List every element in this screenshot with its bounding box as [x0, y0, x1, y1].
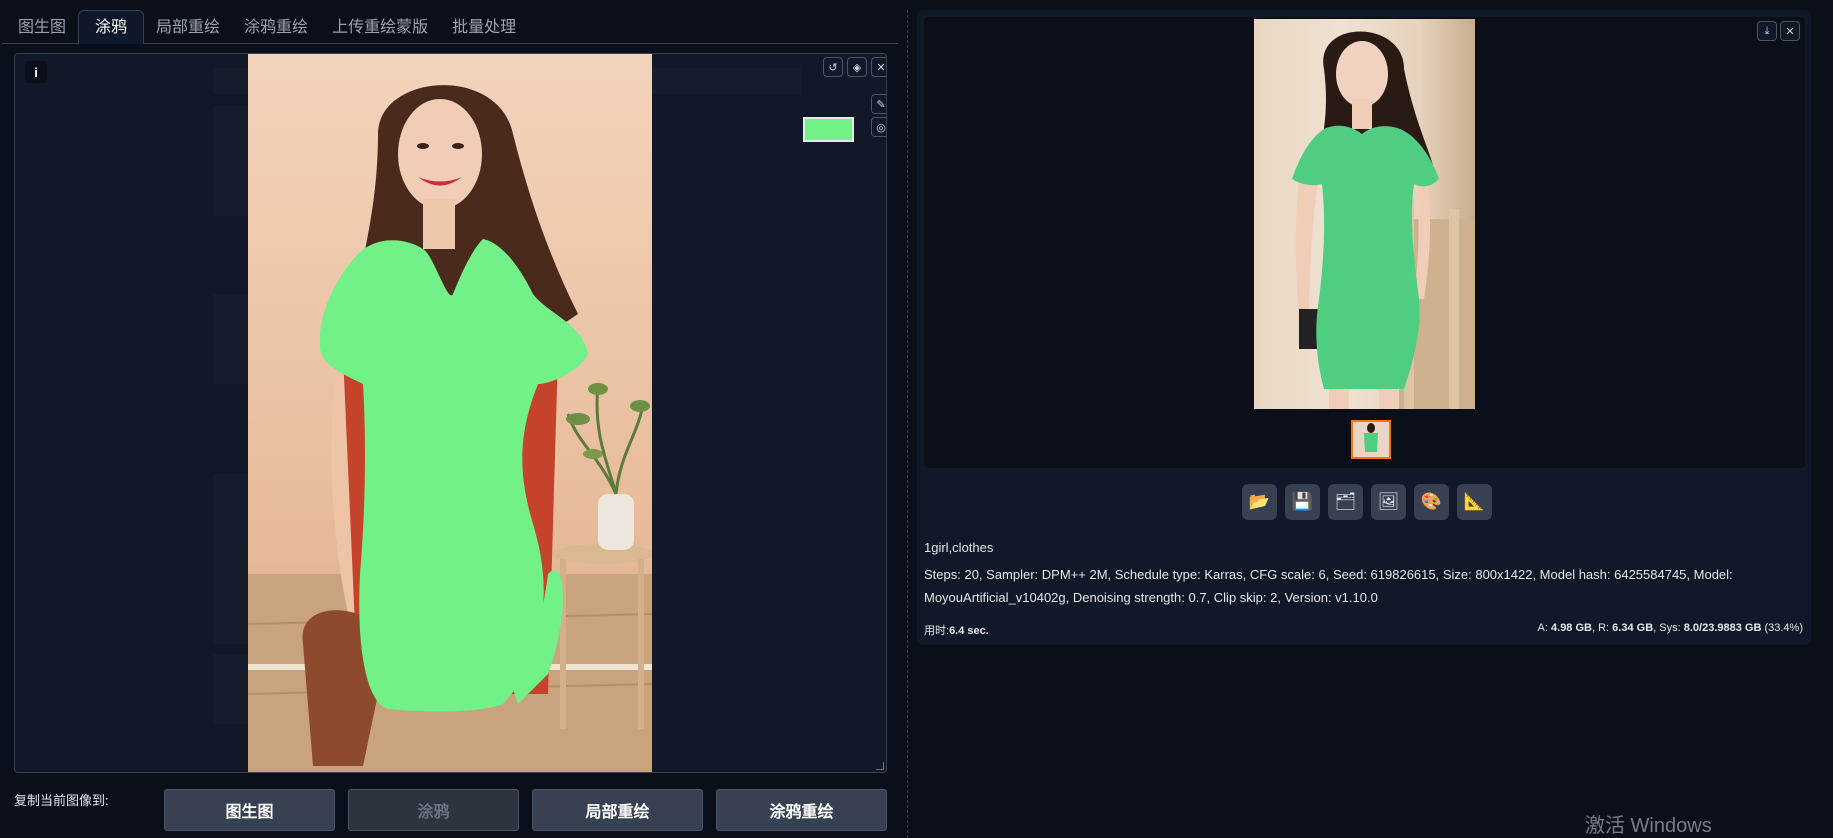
result-photo: [1292, 31, 1475, 409]
result-thumbnail[interactable]: [1351, 420, 1391, 459]
mode-tabs: 图生图 涂鸦 局部重绘 涂鸦重绘 上传重绘蒙版 批量处理: [6, 10, 528, 44]
mem-sys-label: Sys:: [1659, 622, 1681, 634]
brush-icon[interactable]: ✎: [871, 94, 886, 114]
generation-time: 用时:6.4 sec.: [924, 622, 989, 638]
palette-icon[interactable]: ◎: [871, 117, 886, 137]
tab-sketch[interactable]: 涂鸦: [78, 10, 145, 44]
woman-photo-with-mask: [248, 85, 652, 772]
img2img-panel: 图生图 涂鸦 局部重绘 涂鸦重绘 上传重绘蒙版 批量处理 i ↺ ◈ ✕ ✎ ◎…: [0, 0, 900, 838]
mem-sys-value: 8.0/23.9883 GB: [1683, 622, 1762, 634]
result-action-bar: 📂 💾 🗂 🖼 🎨 📐: [1242, 484, 1492, 520]
tab-batch[interactable]: 批量处理: [440, 10, 528, 44]
tab-img2img[interactable]: 图生图: [6, 10, 78, 44]
panel-divider[interactable]: [907, 10, 908, 838]
brush-color-swatch[interactable]: [803, 117, 854, 142]
memory-usage: A: 4.98 GB, R: 6.34 GB, Sys: 8.0/23.9883…: [1537, 622, 1803, 634]
mem-a-value: 4.98 GB: [1551, 622, 1592, 634]
image-icon[interactable]: 🖼: [1371, 484, 1406, 520]
time-value: 6.4 sec.: [949, 625, 989, 637]
ghost-block: [213, 654, 253, 724]
sketch-canvas-image[interactable]: [248, 54, 652, 772]
ghost-block: [213, 474, 253, 644]
sketch-editor[interactable]: i ↺ ◈ ✕ ✎ ◎: [14, 53, 887, 773]
windows-activation-watermark: 激活 Windows: [1585, 815, 1712, 837]
time-label: 用时:: [924, 625, 950, 637]
copy-to-label: 复制当前图像到:: [14, 793, 109, 808]
send-to-inpaint-sketch-button[interactable]: 涂鸦重绘: [716, 789, 887, 831]
generation-prompt: 1girl,clothes: [924, 540, 994, 555]
thumbnail-photo: [1353, 422, 1389, 457]
ghost-block: [213, 294, 253, 384]
mem-r-value: 6.34 GB: [1612, 622, 1654, 634]
undo-icon[interactable]: ↺: [823, 57, 843, 77]
send-to-img2img-button[interactable]: 图生图: [164, 789, 335, 831]
info-icon[interactable]: i: [25, 61, 47, 83]
eraser-icon[interactable]: ◈: [847, 57, 867, 77]
zip-icon[interactable]: 🗂: [1328, 484, 1363, 520]
mem-sys-pct: (33.4%): [1764, 622, 1803, 634]
tab-inpaint-upload[interactable]: 上传重绘蒙版: [320, 10, 440, 44]
output-panel: ⤓ ✕ 📂 💾 🗂 🖼 🎨 📐 1girl,clothes Steps: 20,…: [917, 10, 1811, 645]
ghost-block: [213, 106, 253, 216]
folder-icon[interactable]: 📂: [1242, 484, 1277, 520]
resize-handle-icon[interactable]: [876, 762, 884, 770]
result-image[interactable]: [1254, 19, 1475, 409]
generation-params: Steps: 20, Sampler: DPM++ 2M, Schedule t…: [924, 567, 1733, 605]
close-icon[interactable]: ✕: [871, 57, 886, 77]
save-icon[interactable]: 💾: [1285, 484, 1320, 520]
send-to-sketch-button[interactable]: 涂鸦: [348, 789, 519, 831]
output-gallery: ⤓ ✕: [924, 17, 1805, 468]
download-icon[interactable]: ⤓: [1757, 21, 1777, 41]
send-to-inpaint-button[interactable]: 局部重绘: [532, 789, 703, 831]
palette-icon[interactable]: 🎨: [1414, 484, 1449, 520]
mem-r-label: R:: [1598, 622, 1610, 634]
tab-inpaint[interactable]: 局部重绘: [144, 10, 232, 44]
tab-inpaint-sketch[interactable]: 涂鸦重绘: [232, 10, 320, 44]
mem-a-label: A:: [1537, 622, 1548, 634]
app-root: 图生图 涂鸦 局部重绘 涂鸦重绘 上传重绘蒙版 批量处理 i ↺ ◈ ✕ ✎ ◎…: [0, 0, 1833, 838]
close-gallery-icon[interactable]: ✕: [1780, 21, 1800, 41]
ruler-icon[interactable]: 📐: [1457, 484, 1492, 520]
